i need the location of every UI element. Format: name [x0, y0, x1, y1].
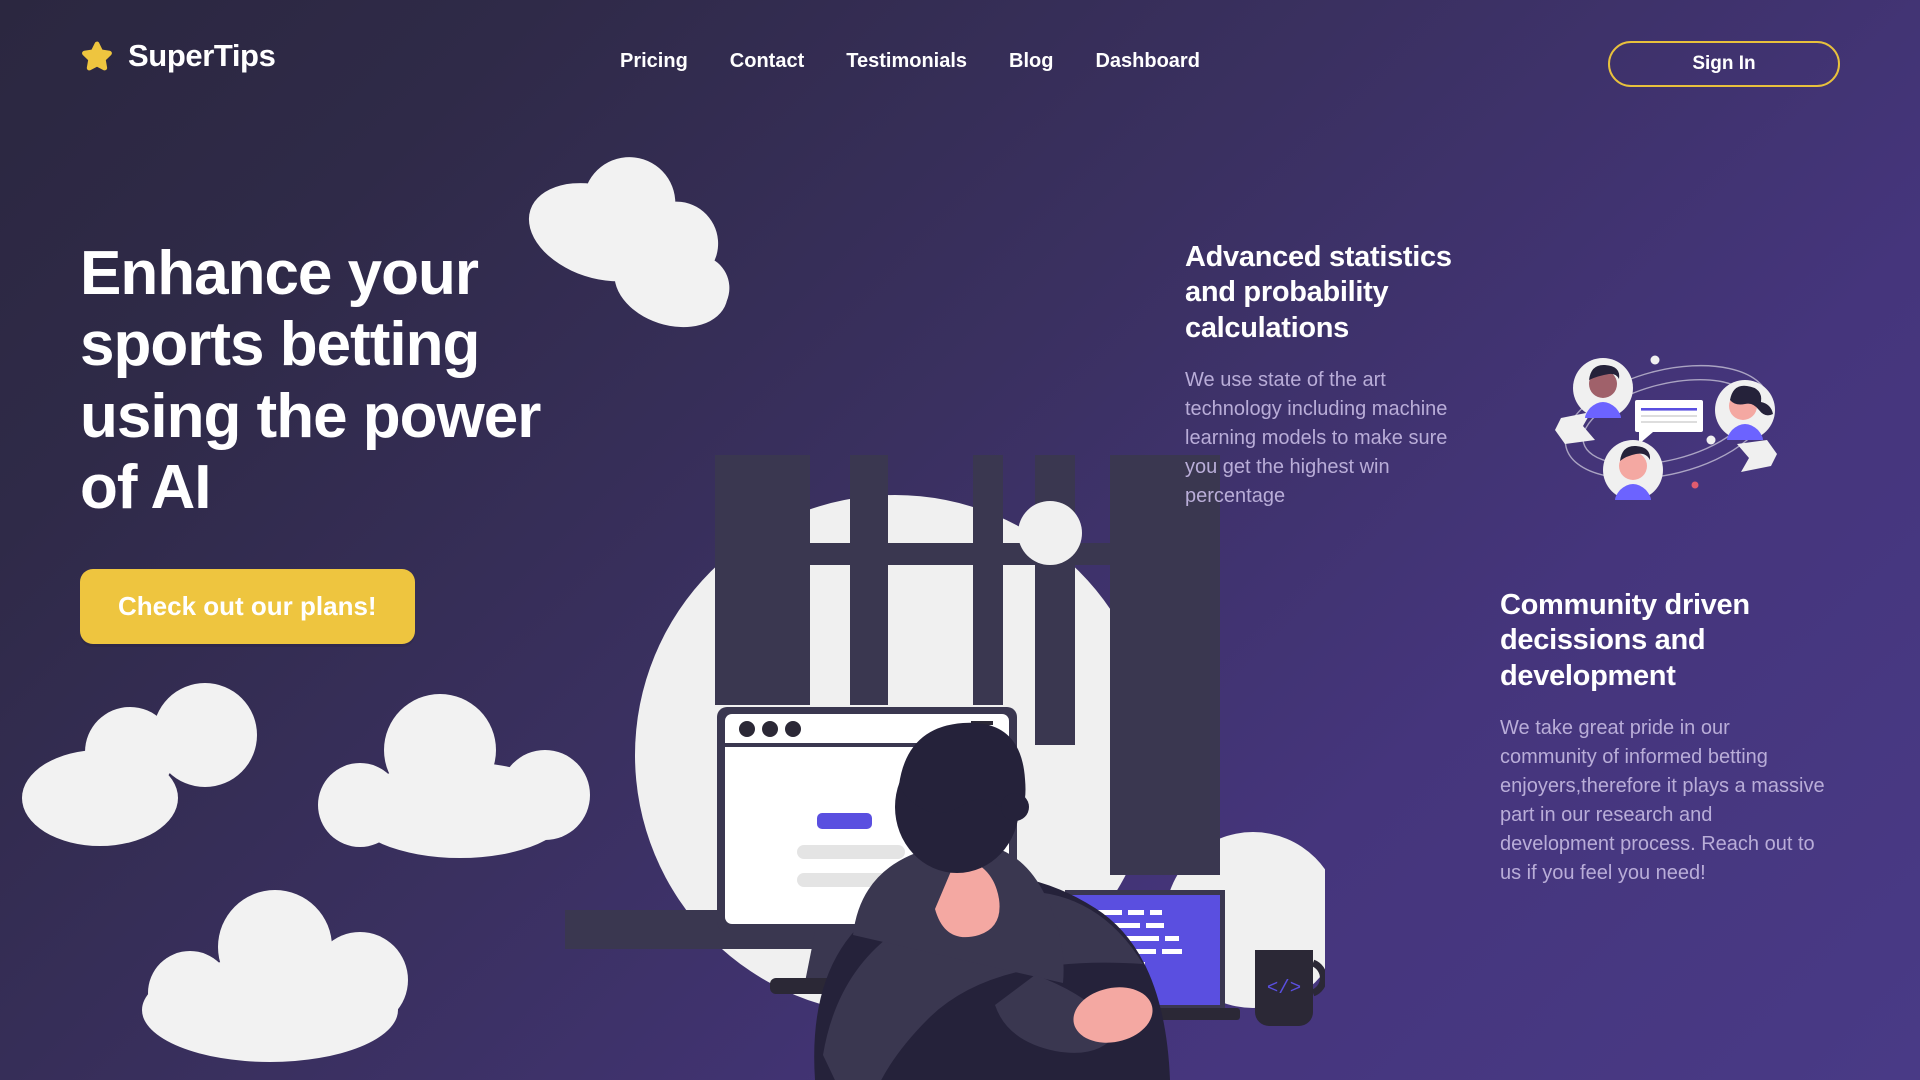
cloud-bottom-left-decoration [105, 875, 445, 1075]
star-icon [82, 41, 112, 71]
check-out-plans-button[interactable]: Check out our plans! [80, 569, 415, 645]
feature-title: Community driven decissions and developm… [1500, 589, 1750, 692]
sign-in-button[interactable]: Sign In [1608, 41, 1840, 87]
cloud-behind-cta-decoration [0, 680, 590, 860]
nav-item-blog[interactable]: Blog [1009, 50, 1053, 73]
site-header: SuperTips Pricing Contact Testimonials B… [0, 0, 1920, 128]
feature-community-driven: Community driven decissions and developm… [1500, 588, 1830, 888]
feature-body: We take great pride in our community of … [1500, 717, 1825, 885]
feature-advanced-statistics: Advanced statistics and probability calc… [1185, 240, 1481, 511]
main-navigation: Pricing Contact Testimonials Blog Dashbo… [620, 50, 1200, 73]
feature-title: Advanced statistics and probability calc… [1185, 241, 1452, 344]
svg-text:</>: </> [1267, 977, 1301, 999]
hero-page: SuperTips Pricing Contact Testimonials B… [0, 0, 1920, 1080]
brand-logo[interactable]: SuperTips [80, 38, 276, 74]
hero-content: Enhance your sports betting using the po… [80, 238, 550, 645]
hero-title: Enhance your sports betting using the po… [80, 239, 541, 522]
community-avatars-illustration [1535, 330, 1800, 510]
nav-item-testimonials[interactable]: Testimonials [846, 50, 967, 73]
nav-item-dashboard[interactable]: Dashboard [1095, 50, 1199, 73]
brand-name: SuperTips [128, 38, 276, 73]
nav-item-contact[interactable]: Contact [730, 50, 804, 73]
nav-item-pricing[interactable]: Pricing [620, 50, 688, 73]
feature-body: We use state of the art technology inclu… [1185, 369, 1448, 508]
developer-at-desk-illustration: </> [565, 455, 1325, 1080]
